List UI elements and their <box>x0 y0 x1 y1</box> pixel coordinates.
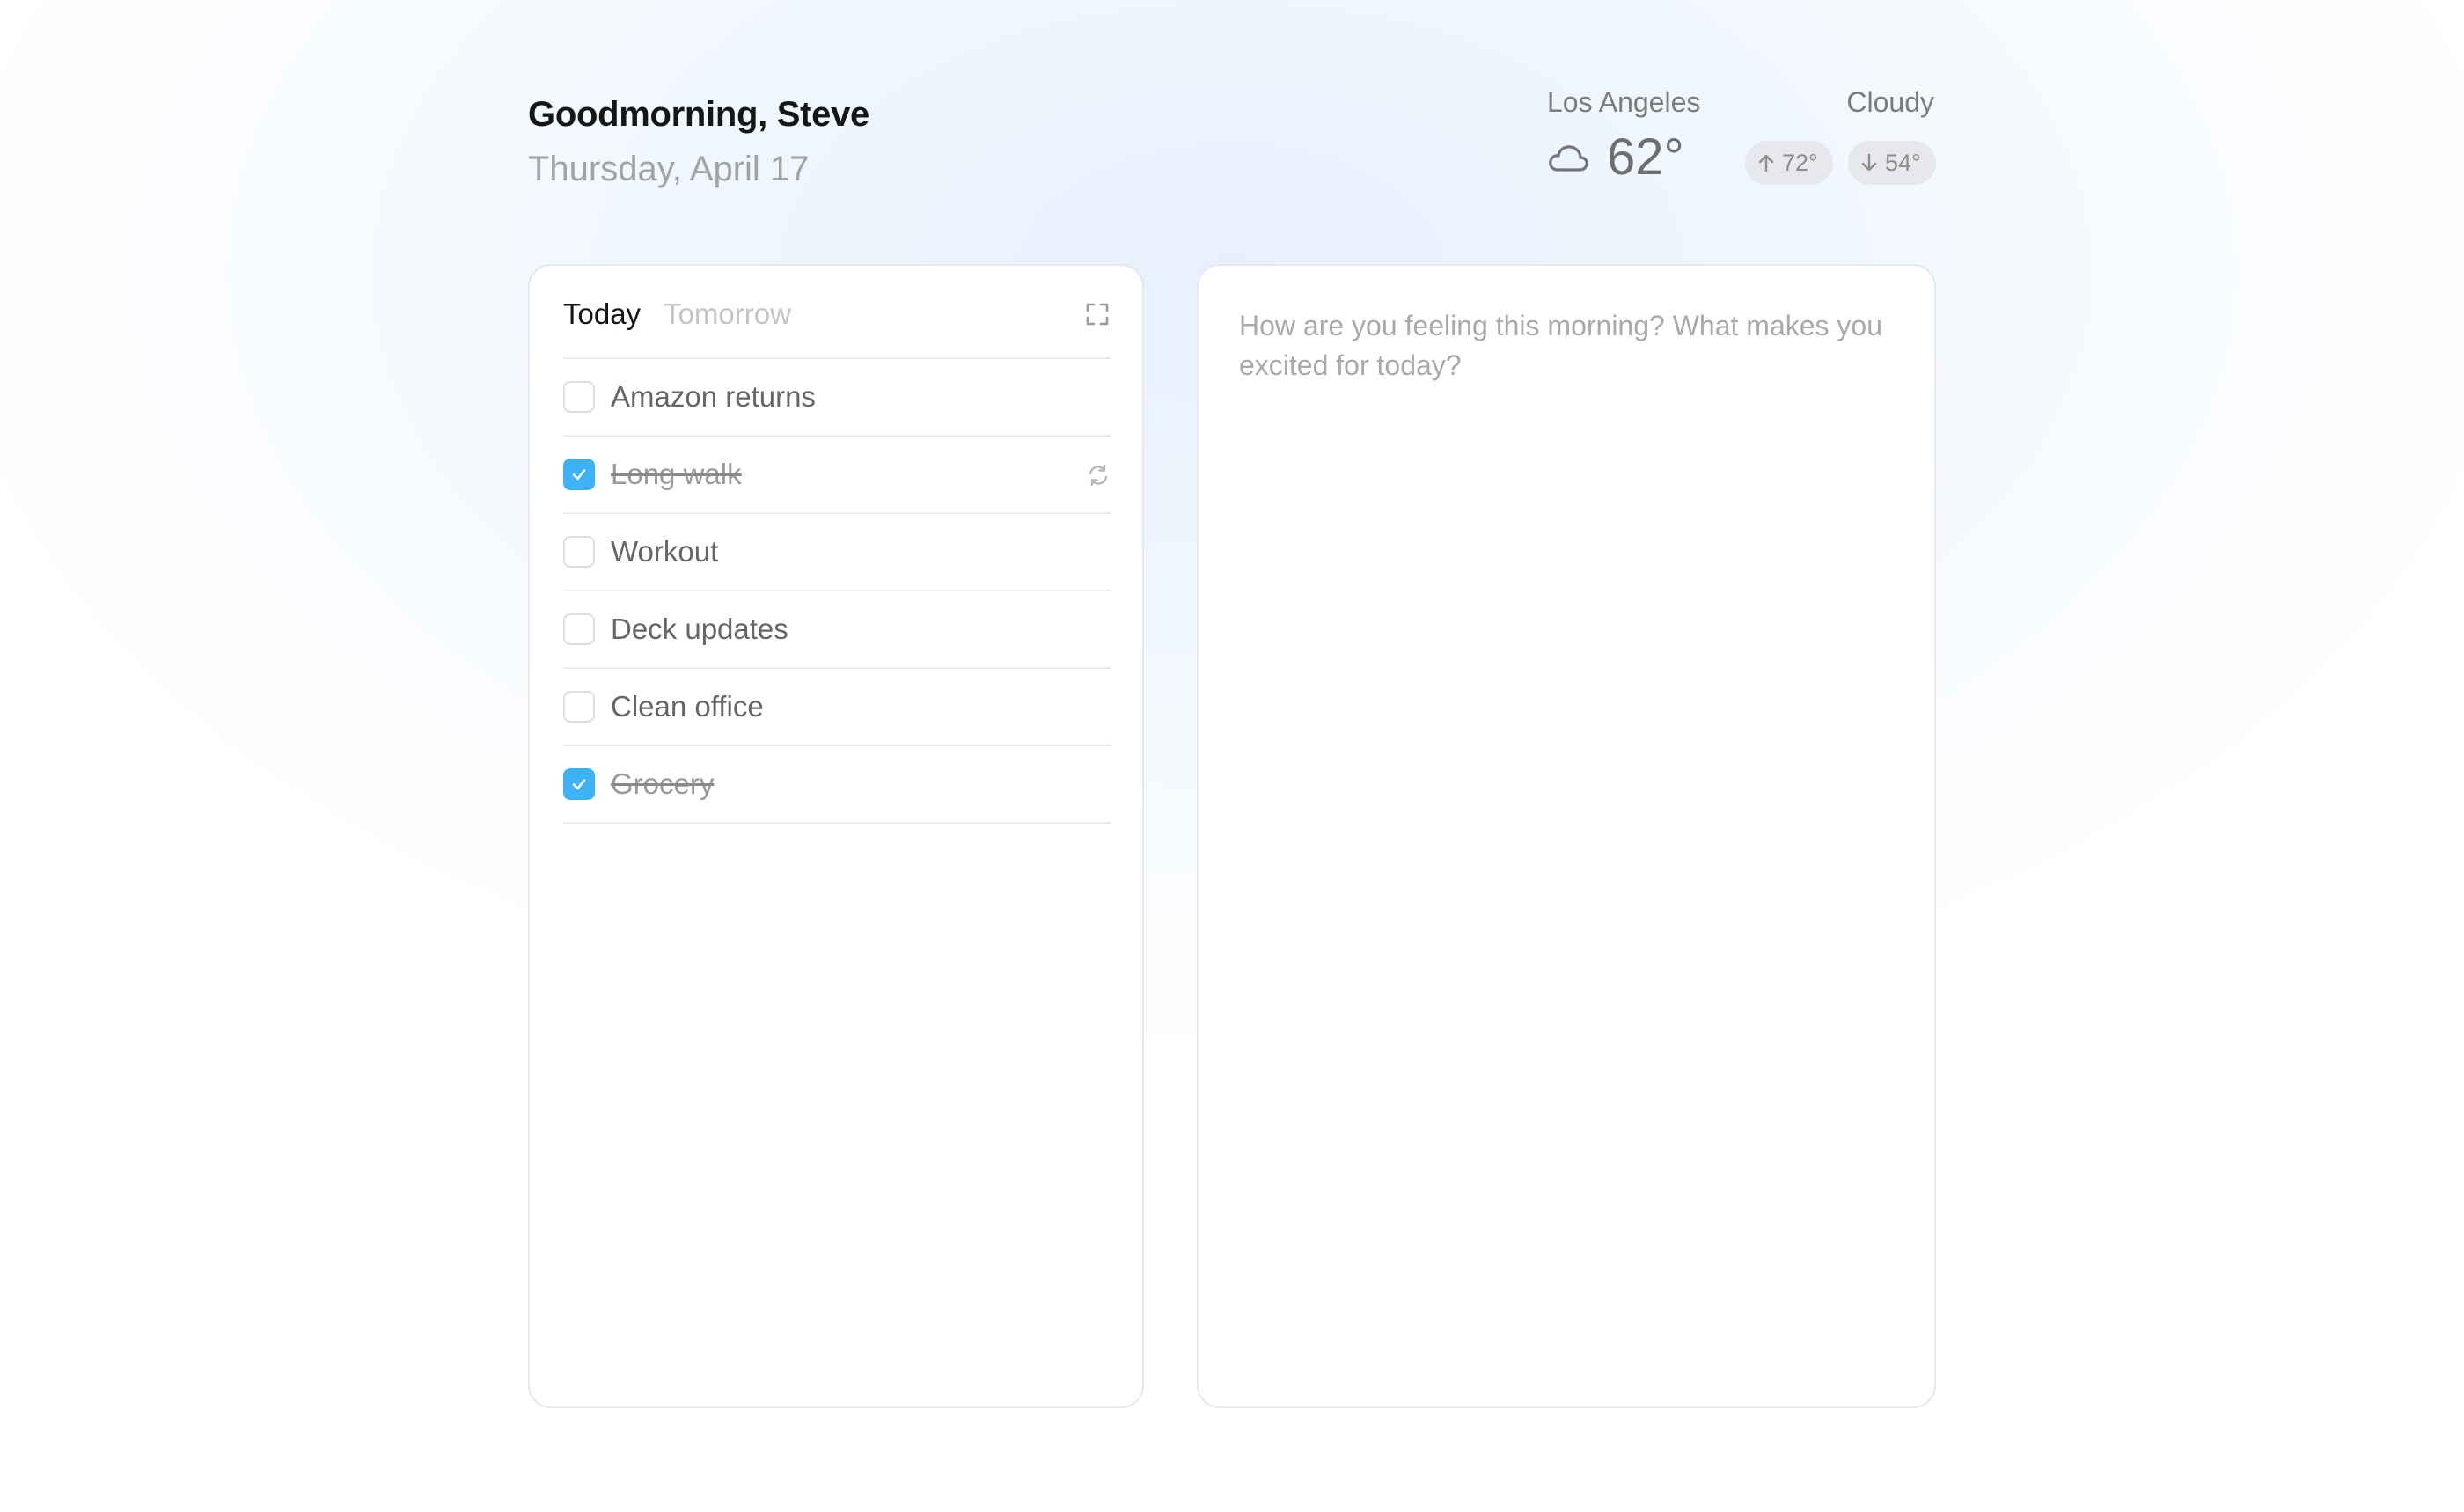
weather-condition: Cloudy <box>1846 86 1934 118</box>
high-temp-value: 72° <box>1782 149 1818 176</box>
low-temp-value: 54° <box>1885 149 1921 176</box>
tasks-card: Today Tomorrow Amazon returns Long walk … <box>528 264 1144 1408</box>
task-tabs: Today Tomorrow <box>563 297 791 331</box>
high-temp-badge: 72° <box>1745 141 1833 185</box>
task-checkbox[interactable] <box>563 691 595 723</box>
checkmark-icon <box>572 469 586 481</box>
task-label: Long walk <box>611 458 742 490</box>
journal-input[interactable]: How are you feeling this morning? What m… <box>1239 306 1890 385</box>
task-row[interactable]: Amazon returns <box>563 359 1111 437</box>
task-checkbox[interactable] <box>563 768 595 800</box>
task-row[interactable]: Workout <box>563 514 1111 591</box>
repeat-icon[interactable] <box>1086 463 1111 488</box>
task-label: Amazon returns <box>611 380 816 413</box>
task-label: Grocery <box>611 767 715 800</box>
checkmark-icon <box>572 779 586 790</box>
task-row[interactable]: Long walk <box>563 437 1111 514</box>
tab-tomorrow[interactable]: Tomorrow <box>664 297 791 331</box>
low-temp-badge: 54° <box>1848 141 1936 185</box>
task-checkbox[interactable] <box>563 613 595 645</box>
journal-card[interactable]: How are you feeling this morning? What m… <box>1197 264 1936 1408</box>
task-label: Workout <box>611 535 719 568</box>
arrow-up-icon <box>1758 154 1774 172</box>
task-checkbox[interactable] <box>563 536 595 568</box>
task-label: Deck updates <box>611 613 788 645</box>
task-label: Clean office <box>611 690 764 723</box>
current-date: Thursday, April 17 <box>528 150 810 188</box>
cloud-icon <box>1549 145 1588 172</box>
weather-city: Los Angeles <box>1547 86 1701 118</box>
task-row[interactable]: Clean office <box>563 669 1111 746</box>
task-list: Amazon returns Long walk Workout Deck up… <box>563 357 1111 824</box>
tab-today[interactable]: Today <box>563 297 641 331</box>
task-checkbox[interactable] <box>563 381 595 413</box>
expand-icon[interactable] <box>1086 303 1109 326</box>
weather-current: 62° <box>1547 132 1684 183</box>
greeting-title: Goodmorning, Steve <box>528 95 869 134</box>
task-row[interactable]: Grocery <box>563 746 1111 824</box>
current-temperature: 62° <box>1607 128 1684 186</box>
task-row[interactable]: Deck updates <box>563 591 1111 669</box>
arrow-down-icon <box>1861 153 1877 172</box>
task-checkbox[interactable] <box>563 459 595 490</box>
